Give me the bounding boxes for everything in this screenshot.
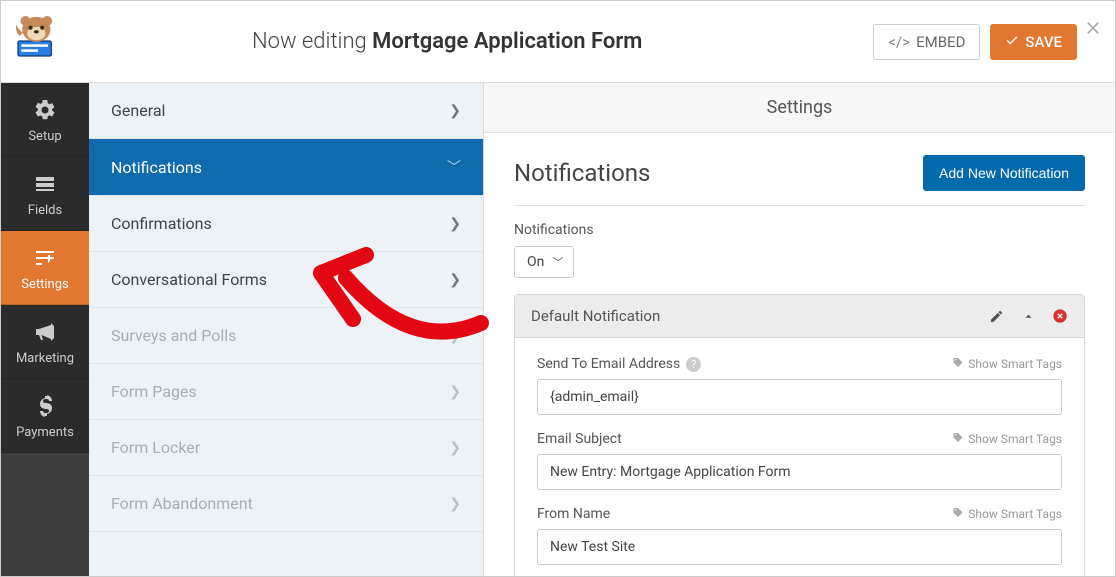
sidebar-item-setup[interactable]: Setup [1, 83, 89, 157]
send-to-input[interactable] [537, 379, 1062, 415]
collapse-icon[interactable] [1020, 308, 1036, 324]
tag-icon [952, 432, 964, 447]
embed-label: EMBED [916, 33, 965, 51]
tag-icon [952, 357, 964, 372]
notification-card: Default Notification [514, 294, 1085, 576]
chevron-down-icon: ﹀ [447, 157, 461, 177]
sidebar-item-settings[interactable]: Settings [1, 231, 89, 305]
settings-label-surveys: Surveys and Polls [111, 326, 236, 345]
app-logo [13, 11, 63, 61]
settings-label-general: General [111, 101, 165, 120]
add-notification-button[interactable]: Add New Notification [923, 155, 1085, 191]
chevron-right-icon: ❯ [449, 328, 461, 344]
settings-label-formlocker: Form Locker [111, 438, 200, 457]
sidebar-item-payments[interactable]: Payments [1, 379, 89, 453]
settings-item-confirmations[interactable]: Confirmations ❯ [89, 196, 483, 252]
check-icon [1005, 33, 1019, 51]
code-icon: </> [888, 33, 910, 51]
smart-tags-link[interactable]: Show Smart Tags [952, 357, 1062, 372]
chevron-right-icon: ❯ [449, 440, 461, 456]
chevron-right-icon: ❯ [449, 103, 461, 119]
save-label: SAVE [1025, 33, 1062, 51]
settings-item-notifications[interactable]: Notifications ﹀ [89, 139, 483, 196]
notifications-toggle-value: On [527, 254, 544, 270]
delete-icon[interactable] [1052, 308, 1068, 324]
bullhorn-icon [32, 319, 58, 345]
chevron-right-icon: ❯ [449, 216, 461, 232]
settings-item-conversational[interactable]: Conversational Forms ❯ [89, 252, 483, 308]
close-icon[interactable] [1083, 15, 1103, 45]
gear-icon [32, 97, 58, 123]
settings-item-general[interactable]: General ❯ [89, 83, 483, 139]
from-name-input[interactable] [537, 529, 1062, 565]
embed-button[interactable]: </> EMBED [873, 24, 980, 60]
smart-tags-link[interactable]: Show Smart Tags [952, 507, 1062, 522]
subject-input[interactable] [537, 454, 1062, 490]
section-title: Notifications [514, 159, 650, 187]
sidebar-item-fields[interactable]: Fields [1, 157, 89, 231]
sidebar-label-marketing: Marketing [16, 351, 74, 366]
form-name: Mortgage Application Form [372, 29, 642, 54]
list-icon [32, 171, 58, 197]
settings-label-notifications: Notifications [111, 158, 202, 177]
sidebar-label-setup: Setup [28, 129, 61, 144]
content-area: Settings Notifications Add New Notificat… [484, 83, 1115, 576]
chevron-right-icon: ❯ [449, 496, 461, 512]
subject-label: Email Subject [537, 431, 622, 447]
help-icon[interactable]: ? [686, 357, 701, 372]
smart-tags-link[interactable]: Show Smart Tags [952, 432, 1062, 447]
settings-subpanel[interactable]: General ❯ Notifications ﹀ Confirmations … [89, 83, 484, 576]
settings-item-formpages[interactable]: Form Pages ❯ [89, 364, 483, 420]
save-button[interactable]: SAVE [990, 24, 1077, 60]
chevron-right-icon: ❯ [449, 384, 461, 400]
chevron-right-icon: ❯ [449, 272, 461, 288]
main-sidebar: Setup Fields Settings Marketing [1, 83, 89, 576]
sidebar-label-fields: Fields [28, 203, 62, 218]
sliders-icon [32, 245, 58, 271]
tag-icon [952, 507, 964, 522]
page-title: Settings [484, 83, 1115, 133]
settings-item-surveys[interactable]: Surveys and Polls ❯ [89, 308, 483, 364]
sidebar-item-marketing[interactable]: Marketing [1, 305, 89, 379]
settings-label-formabandon: Form Abandonment [111, 494, 253, 513]
settings-item-formabandon[interactable]: Form Abandonment ❯ [89, 476, 483, 532]
sidebar-label-payments: Payments [16, 425, 74, 440]
notifications-toggle-select[interactable]: On ﹀ [514, 246, 574, 278]
editing-prefix: Now editing [252, 29, 367, 54]
settings-label-confirmations: Confirmations [111, 214, 212, 233]
settings-label-formpages: Form Pages [111, 382, 197, 401]
from-name-label: From Name [537, 506, 610, 522]
top-bar: Now editing Mortgage Application Form </… [1, 1, 1115, 83]
editing-title: Now editing Mortgage Application Form [21, 29, 873, 54]
send-to-label: Send To Email Address ? [537, 356, 701, 372]
settings-label-conversational: Conversational Forms [111, 270, 267, 289]
chevron-down-icon: ﹀ [552, 254, 563, 270]
notification-title: Default Notification [531, 307, 660, 325]
notifications-toggle-label: Notifications [514, 222, 1085, 238]
edit-icon[interactable] [988, 308, 1004, 324]
sidebar-label-settings: Settings [21, 277, 68, 292]
settings-item-formlocker[interactable]: Form Locker ❯ [89, 420, 483, 476]
notification-card-header: Default Notification [515, 295, 1084, 338]
dollar-icon [32, 393, 58, 419]
